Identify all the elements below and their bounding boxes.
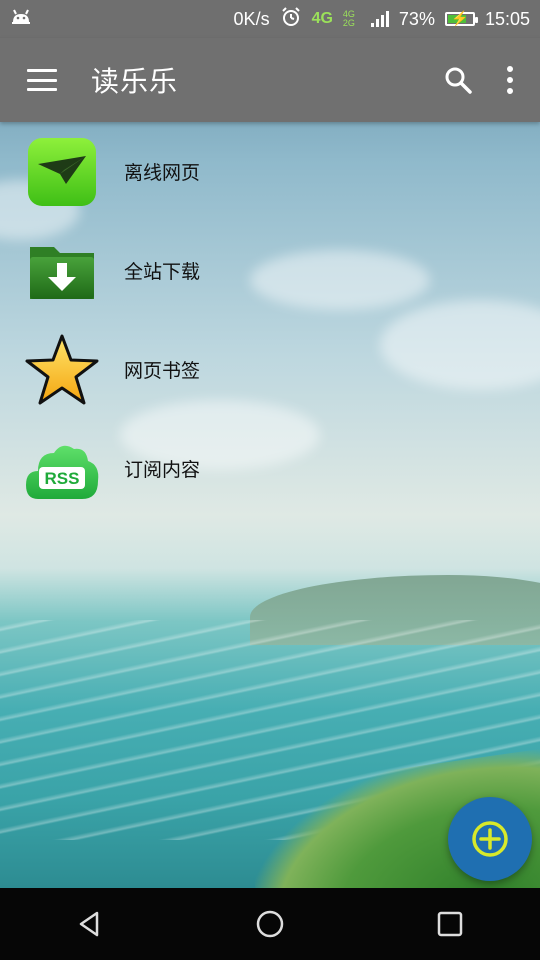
alarm-icon xyxy=(280,6,302,33)
rss-icon: RSS xyxy=(24,431,100,507)
add-button[interactable] xyxy=(448,797,532,881)
overflow-menu-icon[interactable] xyxy=(506,66,514,94)
paper-plane-icon xyxy=(24,134,100,210)
signal-strength-icon xyxy=(370,11,389,27)
battery-percent: 73% xyxy=(398,8,435,29)
home-icon[interactable] xyxy=(240,894,300,954)
network-4g-indicator: 4G xyxy=(311,10,333,27)
list-item-label: 订阅内容 xyxy=(124,459,201,481)
folder-download-icon xyxy=(24,233,100,309)
rss-icon-text: RSS xyxy=(44,468,80,488)
status-bar: 0K/s 4G 4G 2G 73% ⚡ 15:05 xyxy=(0,0,540,38)
app-title: 读乐乐 xyxy=(91,65,179,98)
list-item-site-download[interactable]: 全站下载 xyxy=(0,221,540,320)
android-debug-icon xyxy=(10,8,32,31)
menu-icon[interactable] xyxy=(27,69,57,91)
list-item-bookmarks[interactable]: 网页书签 xyxy=(0,320,540,419)
battery-icon: ⚡ xyxy=(444,10,478,26)
list-item-subscriptions[interactable]: RSS 订阅内容 xyxy=(0,419,540,518)
list-item-offline-pages[interactable]: 离线网页 xyxy=(0,122,540,221)
clock: 15:05 xyxy=(484,8,530,29)
star-icon xyxy=(24,332,100,408)
recents-icon[interactable] xyxy=(420,894,480,954)
menu-list: 离线网页 全站下载 网页书签 RSS 订阅内容 xyxy=(0,122,540,518)
list-item-label: 网页书签 xyxy=(124,360,201,382)
network-speed: 0K/s xyxy=(233,8,270,29)
list-item-label: 离线网页 xyxy=(124,162,201,184)
app-bar: 读乐乐 xyxy=(0,38,540,122)
add-circle-icon xyxy=(472,821,508,857)
back-icon[interactable] xyxy=(60,894,120,954)
network-4g-2g-indicator: 4G 2G xyxy=(342,9,355,28)
search-icon[interactable] xyxy=(444,66,472,94)
list-item-label: 全站下载 xyxy=(124,261,201,283)
system-navigation-bar xyxy=(0,888,540,960)
